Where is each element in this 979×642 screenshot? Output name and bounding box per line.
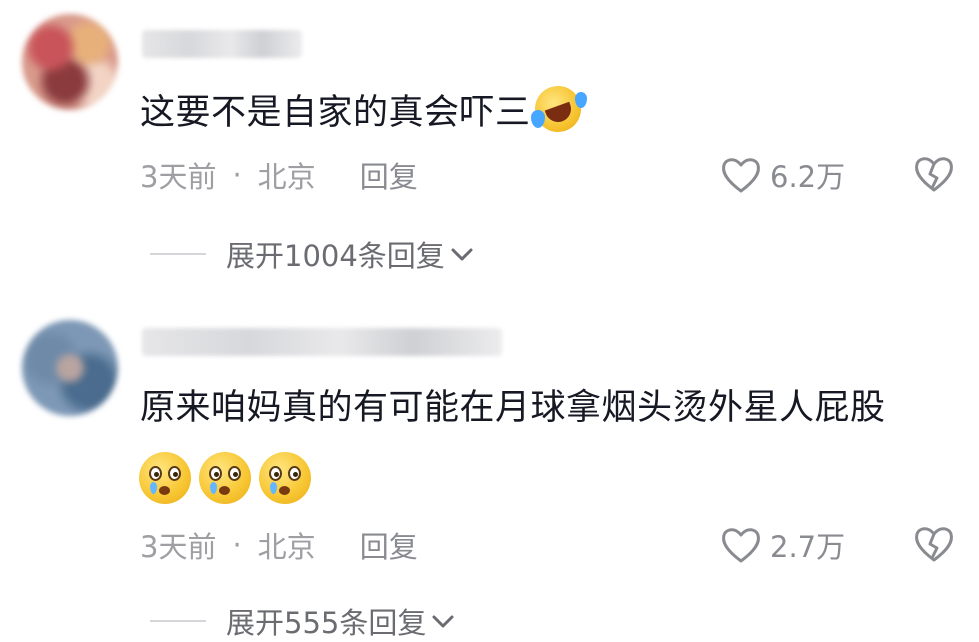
comment-location: 北京: [257, 530, 316, 564]
username-blurred[interactable]: [142, 328, 502, 356]
username-blurred[interactable]: [142, 30, 302, 58]
meta-separator: ·: [232, 158, 242, 192]
comment-text: 原来咱妈真的有可能在月球拿烟头烫外星人屁股: [140, 388, 886, 428]
avatar[interactable]: [22, 14, 118, 110]
comment-meta: 3天前 · 北京 回复: [140, 154, 418, 196]
comment-text: 这要不是自家的真会吓三: [140, 79, 587, 139]
expand-replies-button[interactable]: 展开555条回复: [150, 600, 456, 642]
expand-replies-label: 展开1004条回复: [226, 239, 445, 273]
divider-line: [150, 620, 206, 622]
reply-button[interactable]: 回复: [360, 524, 418, 566]
tearful-face-emoji-icon: [259, 452, 311, 504]
like-count: 6.2万: [770, 160, 846, 194]
broken-heart-icon: [915, 157, 953, 192]
like-button[interactable]: 2.7万: [720, 524, 845, 566]
chevron-down-icon: [451, 248, 473, 261]
dislike-button[interactable]: [913, 524, 955, 568]
like-count: 2.7万: [770, 530, 846, 564]
heart-outline-icon: [722, 528, 760, 563]
avatar[interactable]: [22, 320, 118, 416]
divider-line: [150, 253, 206, 255]
emoji-row: [139, 452, 311, 504]
comment-meta: 3天前 · 北京 回复: [140, 524, 418, 566]
dislike-button[interactable]: [913, 154, 955, 198]
heart-outline-icon: [722, 158, 760, 193]
meta-separator: ·: [232, 528, 242, 562]
tearful-face-emoji-icon: [139, 452, 191, 504]
reply-button[interactable]: 回复: [360, 154, 418, 196]
tearful-face-emoji-icon: [199, 452, 251, 504]
rofl-emoji-icon: [528, 79, 587, 139]
like-button[interactable]: 6.2万: [720, 154, 845, 196]
expand-replies-button[interactable]: 展开1004条回复: [150, 233, 475, 275]
broken-heart-icon: [915, 527, 953, 562]
comment-time: 3天前: [140, 530, 217, 564]
comment-text-content: 这要不是自家的真会吓三: [140, 93, 531, 133]
expand-replies-label: 展开555条回复: [226, 606, 427, 640]
comment-time: 3天前: [140, 160, 217, 194]
chevron-down-icon: [432, 615, 454, 628]
comment-location: 北京: [257, 160, 316, 194]
